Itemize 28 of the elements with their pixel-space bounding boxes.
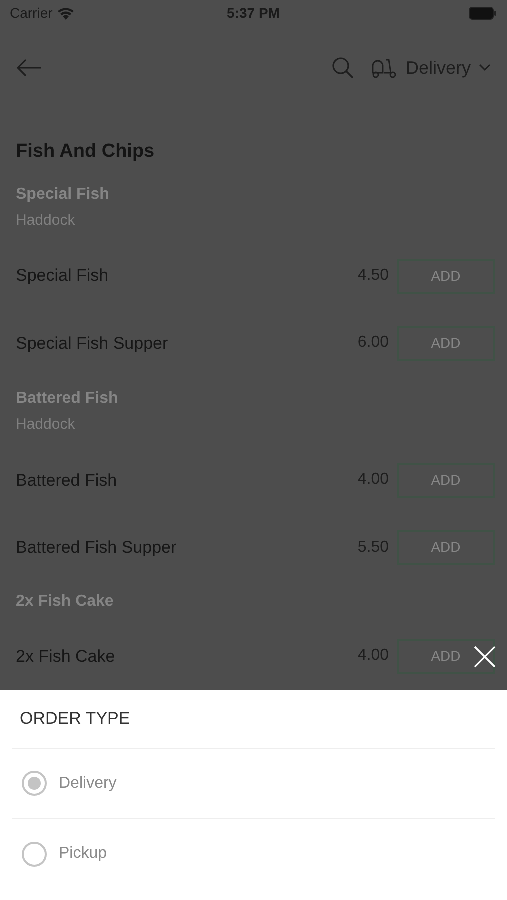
sheet-title: ORDER TYPE (20, 708, 130, 730)
group-title: Battered Fish (16, 388, 120, 409)
group-title: 2x Fish Cake (16, 592, 115, 612)
back-arrow-icon[interactable] (16, 58, 42, 78)
option-label: Delivery (59, 774, 117, 794)
radio-button[interactable] (22, 842, 47, 866)
wifi-icon (56, 6, 75, 20)
item-name: Battered Fish (16, 470, 118, 492)
order-type-option[interactable]: Pickup (12, 819, 495, 889)
search-icon[interactable] (332, 57, 354, 80)
item-name: Battered Fish Supper (16, 536, 178, 559)
add-button[interactable]: ADD (397, 326, 495, 361)
add-button[interactable]: ADD (397, 258, 495, 294)
order-type-option[interactable]: Delivery (12, 749, 495, 819)
group-title: Special Fish (16, 184, 110, 204)
add-button[interactable]: ADD (397, 462, 495, 498)
item-name: Special Fish Supper (16, 332, 170, 355)
scooter-icon (370, 57, 398, 80)
chevron-down-icon (479, 64, 491, 72)
radio-button[interactable] (22, 771, 47, 796)
add-button[interactable]: ADD (397, 530, 495, 566)
close-icon[interactable] (474, 646, 496, 668)
add-button[interactable]: ADD (397, 638, 495, 674)
section-title: Fish And Chips (16, 140, 155, 164)
item-name: 2x Fish Cake (16, 646, 116, 668)
option-label: Pickup (59, 844, 108, 864)
item-name: Special Fish (16, 265, 110, 288)
battery-icon (469, 6, 497, 20)
